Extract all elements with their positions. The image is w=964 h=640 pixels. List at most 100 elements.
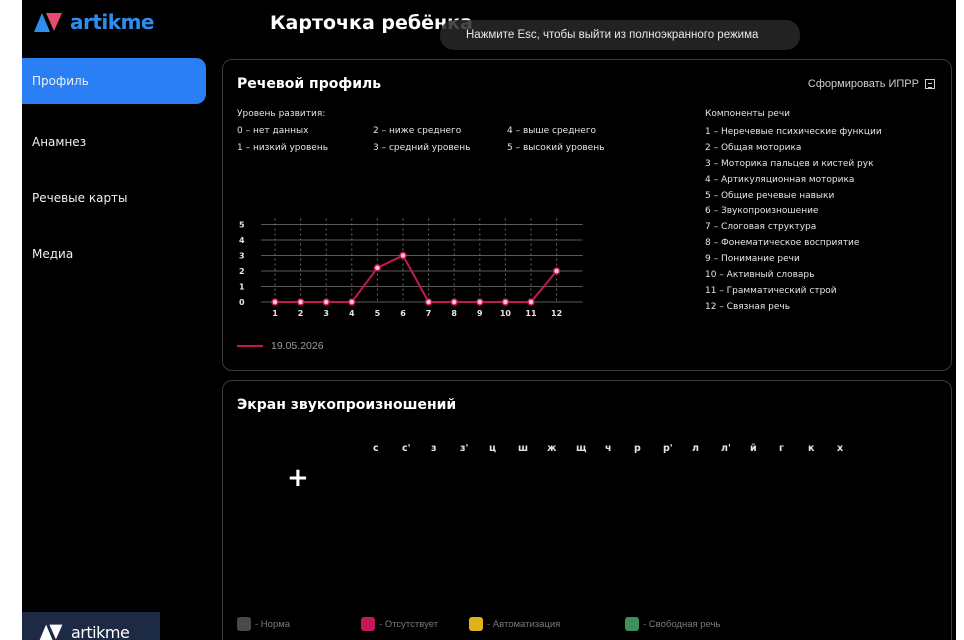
brand-logo[interactable]: artikme bbox=[32, 10, 154, 34]
artikme-logo-icon bbox=[39, 624, 63, 640]
sound-column-header: с' bbox=[402, 443, 411, 454]
status-swatch bbox=[361, 617, 375, 631]
level-item: 0 – нет данных bbox=[237, 126, 309, 136]
sidebar-item-label: Анамнез bbox=[32, 135, 87, 149]
y-tick-label: 1 bbox=[239, 283, 245, 292]
level-item: 5 – высокий уровень bbox=[507, 143, 605, 153]
sound-column-header: ч bbox=[605, 443, 612, 454]
sound-column-header: з' bbox=[460, 443, 469, 454]
sound-screen-panel: Экран звукопроизношений с с' з з' ц ш ж щ ч р р' л л… bbox=[222, 380, 952, 640]
sound-column-header: й bbox=[750, 443, 757, 454]
sound-column-header: г bbox=[779, 443, 784, 454]
footer-brand-name: artikme bbox=[71, 622, 130, 640]
component-item: 6 – Звукопроизношение bbox=[705, 206, 819, 217]
brand-name: artikme bbox=[70, 10, 154, 34]
component-item: 11 – Грамматический строй bbox=[705, 285, 837, 296]
sound-column-header: р bbox=[634, 443, 641, 454]
x-tick-label: 4 bbox=[349, 309, 355, 318]
legend-line-swatch bbox=[237, 345, 263, 347]
sidebar-item-media[interactable]: Медиа bbox=[22, 226, 206, 282]
series-line bbox=[275, 254, 558, 303]
sound-screen-title: Экран звукопроизношений bbox=[237, 397, 457, 413]
x-tick-label: 1 bbox=[272, 309, 278, 318]
levels-legend: 0 – нет данных 2 – ниже среднего 4 – выш… bbox=[237, 126, 637, 153]
data-point bbox=[348, 298, 356, 306]
status-label: - Норма bbox=[255, 618, 291, 630]
component-item: 4 – Артикуляционная моторика bbox=[705, 174, 855, 185]
status-label: - Автоматизация bbox=[487, 618, 561, 630]
speech-profile-chart: 0123451 2 3 4 5 6 7 8 9 10 11 12 bbox=[239, 218, 583, 318]
status-label: - Отсутствует bbox=[379, 618, 439, 630]
y-tick-label: 4 bbox=[239, 236, 245, 245]
data-point bbox=[271, 298, 279, 306]
sidebar-item-anamnesis[interactable]: Анамнез bbox=[22, 114, 206, 170]
status-swatch bbox=[469, 617, 483, 631]
status-legend-item: - Автоматизация bbox=[469, 617, 625, 631]
y-tick-label: 2 bbox=[239, 267, 245, 276]
status-legend-item: - Норма bbox=[237, 617, 361, 631]
x-tick-label: 8 bbox=[451, 309, 457, 318]
y-tick-label: 0 bbox=[239, 298, 245, 307]
sidebar-item-label: Медиа bbox=[32, 247, 74, 261]
sidebar-footer-brand[interactable]: artikme bbox=[22, 612, 160, 640]
x-tick-label: 6 bbox=[400, 309, 406, 318]
x-tick-label: 12 bbox=[551, 309, 562, 318]
sidebar-item-label: Речевые карты bbox=[32, 191, 128, 205]
components-list: 1 – Неречевые психические функции 2 – Об… bbox=[705, 127, 882, 318]
component-item: 12 – Связная речь bbox=[705, 301, 791, 312]
x-tick-label: 11 bbox=[525, 309, 537, 318]
x-tick-label: 5 bbox=[375, 309, 381, 318]
y-tick-label: 3 bbox=[239, 252, 245, 261]
status-label: - Свободная речь bbox=[643, 618, 721, 630]
x-tick-label: 9 bbox=[477, 309, 483, 318]
component-item: 1 – Неречевые психические функции bbox=[705, 127, 882, 137]
y-tick-label: 5 bbox=[239, 221, 245, 230]
sidebar-item-label: Профиль bbox=[32, 74, 89, 88]
components-title: Компоненты речи bbox=[705, 109, 791, 119]
sound-column-header: ц bbox=[489, 443, 497, 454]
artikme-logo-icon bbox=[34, 13, 62, 32]
speech-profile-title: Речевой профиль bbox=[237, 76, 382, 92]
legend-series-label: 19.05.2026 bbox=[271, 340, 324, 352]
x-tick-label: 7 bbox=[426, 309, 432, 318]
x-tick-label: 2 bbox=[298, 309, 304, 318]
generate-ipr-button[interactable]: Сформировать ИПРР bbox=[808, 78, 935, 90]
speech-profile-panel: Речевой профиль Сформировать ИПРР Уровен… bbox=[222, 59, 952, 371]
sound-column-header: л bbox=[692, 443, 699, 454]
data-point bbox=[399, 251, 407, 260]
generate-ipr-label: Сформировать ИПРР bbox=[807, 78, 919, 90]
data-point bbox=[322, 298, 330, 306]
chart-legend[interactable]: 19.05.2026 bbox=[237, 340, 324, 352]
sidebar-item-profile[interactable]: Профиль bbox=[22, 58, 206, 104]
component-item: 7 – Слоговая структура bbox=[705, 222, 817, 233]
component-item: 2 – Общая моторика bbox=[705, 142, 802, 153]
level-item: 1 – низкий уровень bbox=[237, 143, 329, 153]
component-item: 3 – Моторика пальцев и кистей рук bbox=[705, 158, 874, 169]
sound-column-header: щ bbox=[576, 443, 587, 454]
data-point bbox=[450, 298, 458, 306]
data-point bbox=[501, 298, 510, 306]
sound-column-header: х bbox=[837, 443, 844, 454]
data-point bbox=[296, 298, 305, 306]
data-point bbox=[476, 298, 484, 306]
sounds-header-row: с с' з з' ц ш ж щ ч р р' л л' й г к х bbox=[373, 443, 866, 454]
level-item: 3 – средний уровень bbox=[373, 143, 471, 153]
data-point bbox=[552, 267, 561, 275]
status-legend-item: - Свободная речь bbox=[625, 617, 755, 631]
status-swatch bbox=[237, 617, 251, 631]
sound-column-header: л' bbox=[721, 443, 731, 454]
sound-column-header: з bbox=[431, 443, 437, 454]
sound-column-header: ш bbox=[518, 443, 529, 454]
component-item: 5 – Общие речевые навыки bbox=[705, 190, 835, 201]
sidebar-item-speech-cards[interactable]: Речевые карты bbox=[22, 170, 206, 226]
add-button[interactable]: + bbox=[287, 465, 309, 491]
data-point bbox=[373, 264, 382, 272]
component-item: 9 – Понимание речи bbox=[705, 254, 800, 265]
app-screen: artikme Карточка ребёнка Профиль Анамнез… bbox=[22, 0, 956, 640]
sidebar: Профиль Анамнез Речевые карты Медиа bbox=[22, 58, 206, 282]
sound-column-header: с bbox=[373, 443, 379, 454]
component-item: 10 – Активный словарь bbox=[705, 270, 815, 281]
levels-title: Уровень развития: bbox=[237, 109, 326, 119]
sound-column-header: р' bbox=[663, 443, 673, 454]
level-item: 2 – ниже среднего bbox=[373, 126, 462, 136]
